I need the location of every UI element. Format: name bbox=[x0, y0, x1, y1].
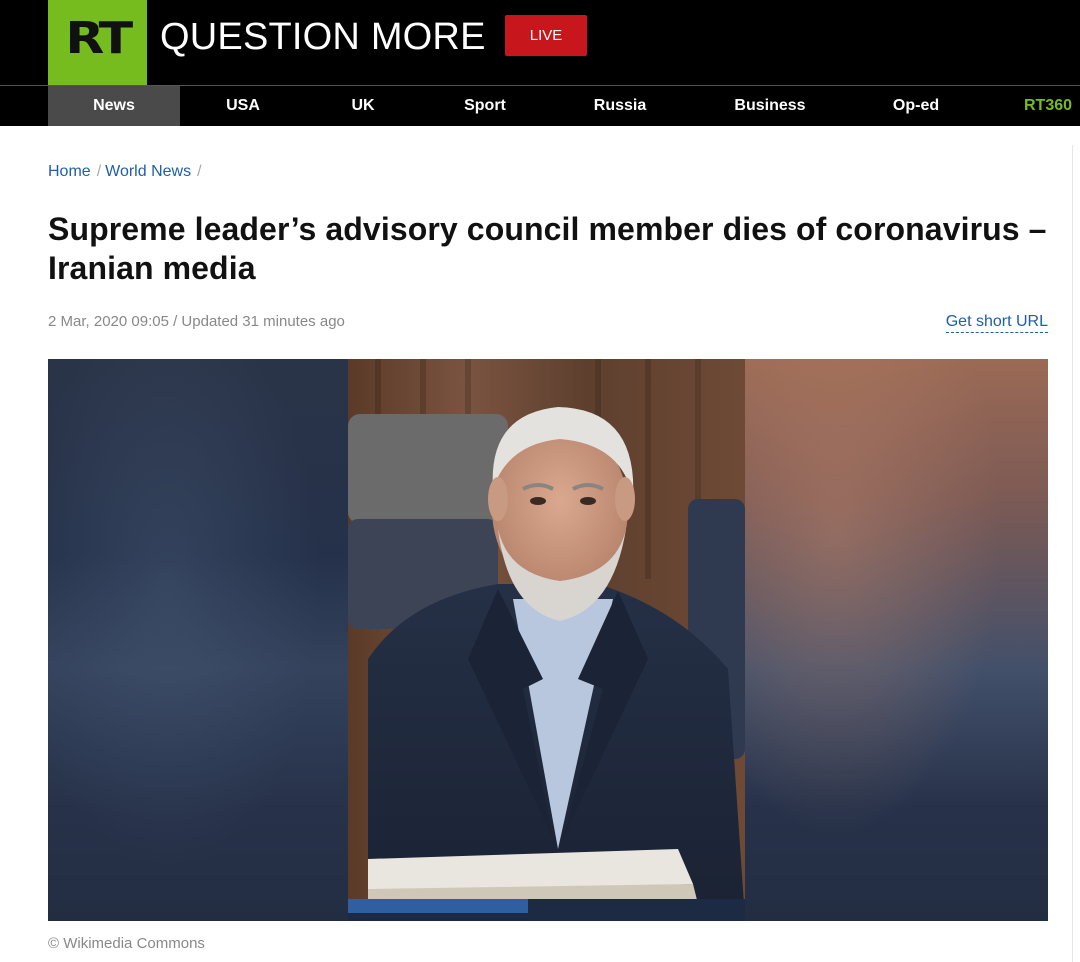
article-title-line-2: Iranian media bbox=[48, 250, 256, 286]
live-button[interactable]: LIVE bbox=[505, 15, 587, 56]
photo-portrait bbox=[348, 359, 745, 921]
breadcrumb: Home / World News / bbox=[48, 163, 206, 181]
site-header: RT QUESTION MORE LIVE bbox=[0, 0, 1080, 85]
nav-item-usa[interactable]: USA bbox=[206, 86, 280, 126]
nav-item-sport[interactable]: Sport bbox=[450, 86, 520, 126]
article-title: Supreme leader’s advisory council member… bbox=[48, 210, 1048, 288]
rt-logo[interactable]: RT bbox=[48, 0, 147, 85]
article-photo bbox=[48, 359, 1048, 921]
nav-item-op-ed[interactable]: Op-ed bbox=[882, 86, 950, 126]
nav-item-uk[interactable]: UK bbox=[332, 86, 394, 126]
nav-item-rt360[interactable]: RT360 bbox=[1024, 86, 1080, 126]
photo-blurred-right bbox=[745, 359, 1048, 921]
logo-text: RT bbox=[65, 13, 133, 64]
get-short-url-link[interactable]: Get short URL bbox=[945, 313, 1048, 333]
nav-item-russia[interactable]: Russia bbox=[584, 86, 656, 126]
content-divider bbox=[1072, 145, 1073, 962]
nav-item-news[interactable]: News bbox=[48, 86, 180, 126]
main-nav: News USA UK Sport Russia Business Op-ed … bbox=[0, 86, 1080, 126]
breadcrumb-separator: / bbox=[197, 163, 202, 180]
article-title-line-1: Supreme leader’s advisory council member… bbox=[48, 211, 1047, 247]
photo-caption: © Wikimedia Commons bbox=[48, 935, 205, 952]
site-tagline: QUESTION MORE bbox=[160, 16, 486, 58]
breadcrumb-home[interactable]: Home bbox=[48, 163, 91, 180]
breadcrumb-separator: / bbox=[96, 163, 102, 180]
nav-item-business[interactable]: Business bbox=[724, 86, 816, 126]
photo-blurred-left bbox=[48, 359, 348, 921]
article-timestamp: 2 Mar, 2020 09:05 / Updated 31 minutes a… bbox=[48, 313, 345, 330]
breadcrumb-world-news[interactable]: World News bbox=[105, 163, 191, 180]
